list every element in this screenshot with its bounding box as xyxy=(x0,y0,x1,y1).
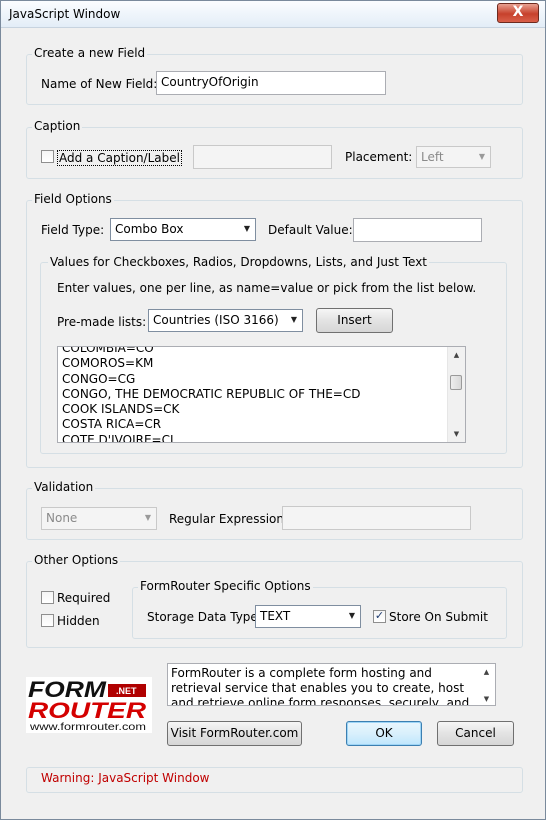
window-title: JavaScript Window xyxy=(9,7,121,21)
store-on-submit-label: Store On Submit xyxy=(389,610,488,624)
default-value-input[interactable] xyxy=(353,218,482,242)
regex-input[interactable] xyxy=(282,506,471,530)
visit-formrouter-label: Visit FormRouter.com xyxy=(170,726,299,740)
list-item: COLOMBIA=CO xyxy=(62,346,154,355)
cancel-button-label: Cancel xyxy=(455,726,496,740)
values-scrollbar[interactable]: ▲ ▼ xyxy=(447,347,465,442)
placement-select[interactable]: Left ▼ xyxy=(416,146,491,168)
required-checkbox[interactable] xyxy=(41,591,54,604)
storage-type-select[interactable]: TEXT ▼ xyxy=(255,605,361,628)
field-name-label: Name of New Field: xyxy=(41,77,158,91)
info-text: FormRouter is a complete form hosting an… xyxy=(171,666,470,706)
values-instructions: Enter values, one per line, as name=valu… xyxy=(57,281,477,295)
hidden-label: Hidden xyxy=(57,614,100,628)
validation-select[interactable]: None ▼ xyxy=(41,507,157,530)
values-group-title: Values for Checkboxes, Radios, Dropdowns… xyxy=(48,255,429,269)
chevron-down-icon: ▼ xyxy=(290,315,298,324)
formrouter-logo-image: FORM .NET ROUTER www.formrouter.com xyxy=(28,677,146,733)
checkmark-icon: ✓ xyxy=(374,609,385,622)
validation-value: None xyxy=(46,511,78,525)
caption-text-input[interactable] xyxy=(193,145,332,169)
storage-type-label: Storage Data Type xyxy=(147,610,258,624)
cancel-button[interactable]: Cancel xyxy=(437,721,514,746)
field-name-input[interactable]: CountryOfOrigin xyxy=(156,71,386,95)
scroll-down-icon[interactable]: ▼ xyxy=(448,426,465,442)
list-item: COOK ISLANDS=CK xyxy=(62,402,180,417)
scroll-up-icon[interactable]: ▲ xyxy=(448,347,465,363)
required-label: Required xyxy=(57,591,111,605)
chevron-down-icon: ▼ xyxy=(348,611,356,620)
values-list: COLOMBIA=CO COMOROS=KM CONGO=CG CONGO, T… xyxy=(60,346,447,443)
caption-group-title: Caption xyxy=(32,119,83,133)
values-textarea[interactable]: COLOMBIA=CO COMOROS=KM CONGO=CG CONGO, T… xyxy=(57,346,466,443)
list-item: COTE D'IVOIRE=CI xyxy=(62,432,174,443)
visit-formrouter-button[interactable]: Visit FormRouter.com xyxy=(167,721,302,746)
list-item: CONGO=CG xyxy=(62,371,136,386)
logo-url-text: www.formrouter.com xyxy=(29,722,146,733)
field-options-group-title: Field Options xyxy=(32,192,114,206)
close-button[interactable]: X xyxy=(497,3,539,23)
warning-text: Warning: JavaScript Window xyxy=(41,771,210,785)
insert-button[interactable]: Insert xyxy=(316,308,393,333)
validation-group-title: Validation xyxy=(32,480,96,494)
field-name-value: CountryOfOrigin xyxy=(161,75,259,89)
list-item: COSTA RICA=CR xyxy=(62,417,162,432)
close-icon: X xyxy=(512,4,524,20)
field-type-value: Combo Box xyxy=(115,222,184,236)
other-options-group-title: Other Options xyxy=(32,553,121,567)
placement-value: Left xyxy=(421,150,444,164)
premade-lists-value: Countries (ISO 3166) xyxy=(153,313,279,327)
chevron-down-icon: ▼ xyxy=(243,224,251,233)
formrouter-logo: FORM .NET ROUTER www.formrouter.com xyxy=(26,677,152,733)
premade-lists-select[interactable]: Countries (ISO 3166) ▼ xyxy=(148,309,303,332)
create-field-group-title: Create a new Field xyxy=(32,46,148,60)
scroll-up-icon[interactable]: ▲ xyxy=(478,664,495,680)
formrouter-info-text[interactable]: FormRouter is a complete form hosting an… xyxy=(167,663,496,706)
add-caption-label: Add a Caption/Label xyxy=(57,150,182,166)
info-scrollbar[interactable]: ▲ ▼ xyxy=(478,664,495,705)
chevron-down-icon: ▼ xyxy=(478,152,486,161)
list-item: CONGO, THE DEMOCRATIC REPUBLIC OF THE=CD xyxy=(62,386,361,401)
field-type-select[interactable]: Combo Box ▼ xyxy=(110,218,256,241)
chevron-down-icon: ▼ xyxy=(144,513,152,522)
field-type-label: Field Type: xyxy=(41,223,105,237)
scroll-down-icon[interactable]: ▼ xyxy=(478,691,495,705)
ok-button[interactable]: OK xyxy=(346,721,422,746)
regex-label: Regular Expression: xyxy=(169,512,289,526)
list-item: COMOROS=KM xyxy=(62,356,154,371)
insert-button-label: Insert xyxy=(337,313,372,327)
store-on-submit-checkbox[interactable]: ✓ xyxy=(373,610,386,623)
title-bar: JavaScript Window X xyxy=(1,1,545,28)
storage-type-value: TEXT xyxy=(260,609,291,623)
logo-router-text: ROUTER xyxy=(28,698,146,723)
javascript-window: JavaScript Window X Create a new Field N… xyxy=(0,0,546,820)
premade-lists-label: Pre-made lists: xyxy=(57,315,147,329)
placement-label: Placement: xyxy=(345,150,413,164)
scroll-thumb[interactable] xyxy=(450,375,462,390)
add-caption-checkbox[interactable] xyxy=(41,150,54,163)
hidden-checkbox[interactable] xyxy=(41,614,54,627)
logo-net-text: .NET xyxy=(116,686,137,696)
default-value-label: Default Value: xyxy=(268,223,353,237)
ok-button-label: OK xyxy=(375,726,393,740)
formrouter-options-group-title: FormRouter Specific Options xyxy=(138,579,313,593)
